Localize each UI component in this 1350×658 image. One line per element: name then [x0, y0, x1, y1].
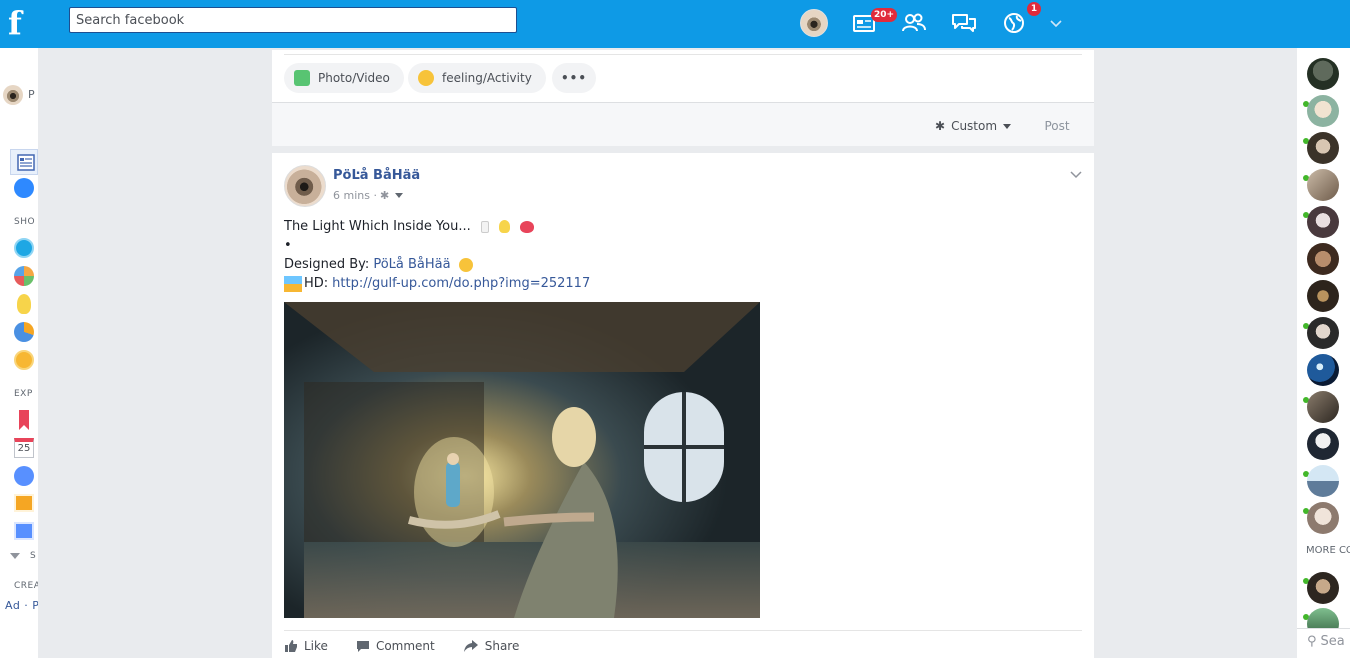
- messages-icon[interactable]: [950, 10, 978, 36]
- groups-icon[interactable]: [14, 466, 34, 486]
- contact-avatar[interactable]: [1307, 428, 1339, 460]
- comment-icon: [356, 641, 369, 652]
- contact-avatar[interactable]: [1307, 243, 1339, 275]
- chat-search-placeholder: Sea: [1320, 634, 1345, 649]
- search-input[interactable]: [69, 7, 517, 33]
- actions-divider: [284, 630, 1082, 631]
- messenger-icon[interactable]: [14, 178, 34, 198]
- left-sidebar: P SHO EXP 25 S CREA Ad · P: [0, 48, 38, 658]
- photo-video-button[interactable]: Photo/Video: [284, 63, 404, 93]
- profile-avatar-small[interactable]: [3, 85, 23, 105]
- hd-label: HD:: [304, 276, 329, 291]
- facebook-logo[interactable]: f: [8, 6, 32, 40]
- comment-label: Comment: [375, 639, 435, 653]
- thumbs-up-icon: [285, 640, 297, 652]
- explore-heading: EXP: [14, 389, 33, 399]
- contact-avatar[interactable]: [1307, 280, 1339, 312]
- post-photo[interactable]: [284, 302, 760, 618]
- friend-lists-icon[interactable]: [14, 522, 34, 540]
- post-button[interactable]: Post: [1032, 114, 1082, 138]
- candle-emoji-icon: [480, 220, 489, 233]
- share-label: Share: [484, 639, 520, 653]
- feeling-activity-button[interactable]: feeling/Activity: [408, 63, 546, 93]
- contact-avatar[interactable]: [1307, 169, 1339, 201]
- contact-avatar[interactable]: [1307, 317, 1339, 349]
- like-button[interactable]: Like: [284, 637, 328, 655]
- contact-avatar[interactable]: [1307, 132, 1339, 164]
- photo-icon: [294, 70, 310, 86]
- search-icon: ⚲: [1307, 634, 1317, 649]
- contact-avatar[interactable]: [1307, 354, 1339, 386]
- feed-post: PöĿå BåHää 6 mins · ✱ The Light Which In…: [272, 153, 1094, 658]
- post-meta: 6 mins · ✱: [333, 189, 404, 202]
- more-contacts-heading: MORE CO: [1306, 545, 1350, 556]
- friend-requests-icon[interactable]: [900, 10, 928, 36]
- chat-search-box[interactable]: ⚲ Sea: [1297, 628, 1350, 658]
- audience-label: Custom: [951, 119, 998, 133]
- contact-avatar[interactable]: [1307, 502, 1339, 534]
- saved-icon[interactable]: [19, 410, 29, 430]
- like-label: Like: [304, 639, 328, 653]
- see-more-arrow-icon[interactable]: [10, 553, 20, 559]
- share-arrow-icon: [463, 640, 478, 652]
- shortcuts-heading: SHO: [14, 217, 36, 227]
- privacy-gear-icon: ✱: [379, 189, 390, 202]
- see-more-label[interactable]: S: [30, 551, 36, 561]
- comment-button[interactable]: Comment: [356, 637, 435, 655]
- sunrise-emoji-icon: [284, 275, 302, 292]
- gear-icon: ✱: [935, 119, 946, 133]
- contact-avatar[interactable]: [1307, 391, 1339, 423]
- post-text-line1: The Light Which Inside You...: [284, 219, 471, 234]
- composer-footer: ✱ Custom Post: [272, 102, 1094, 146]
- shortcut-app-icon[interactable]: [14, 238, 34, 258]
- post-composer: Photo/Video feeling/Activity ••• ✱ Custo…: [272, 50, 1094, 146]
- pages-flag-icon[interactable]: [14, 494, 34, 512]
- wink-emoji-icon: [458, 257, 473, 272]
- dropdown-arrow-icon: [1003, 123, 1012, 129]
- contact-avatar[interactable]: [1307, 465, 1339, 497]
- news-feed-item[interactable]: [10, 149, 38, 175]
- smiley-app-icon[interactable]: [14, 350, 34, 370]
- feeling-activity-label: feeling/Activity: [442, 71, 532, 85]
- pie-app-icon[interactable]: [14, 322, 34, 342]
- smiley-icon: [418, 70, 434, 86]
- designer-link[interactable]: PöĿå BåHää: [373, 255, 450, 274]
- create-ad-link[interactable]: Ad · P: [5, 599, 38, 612]
- notifications-badge: 1: [1027, 2, 1041, 16]
- lightbulb-icon[interactable]: [17, 294, 31, 314]
- lightbulb-emoji-icon: [498, 220, 510, 233]
- author-avatar[interactable]: [284, 165, 326, 207]
- post-actions: Like Comment Share: [284, 637, 519, 655]
- more-options-button[interactable]: •••: [552, 63, 596, 93]
- heart-emoji-icon: [519, 220, 534, 233]
- contact-avatar[interactable]: [1307, 572, 1339, 604]
- contact-avatar[interactable]: [1307, 58, 1339, 90]
- create-heading: CREA: [14, 581, 38, 591]
- post-text: The Light Which Inside You... • Designed…: [284, 217, 1064, 293]
- chevron-down-icon[interactable]: [1046, 10, 1066, 36]
- events-calendar-icon[interactable]: 25: [14, 438, 34, 458]
- game-app-icon[interactable]: [14, 266, 34, 286]
- contact-avatar[interactable]: [1307, 95, 1339, 127]
- designed-by-label: Designed By:: [284, 257, 370, 272]
- notifications-icon[interactable]: [1000, 10, 1028, 36]
- privacy-dropdown-icon[interactable]: [395, 193, 404, 198]
- chat-sidebar: MORE CO ⚲ Sea: [1297, 48, 1350, 658]
- top-navigation-bar: f 20+ 1: [0, 0, 1350, 48]
- contact-avatar[interactable]: [1307, 206, 1339, 238]
- audience-selector[interactable]: ✱ Custom: [927, 114, 1020, 138]
- share-button[interactable]: Share: [463, 637, 520, 655]
- post-bullet: •: [284, 238, 292, 253]
- profile-name-label[interactable]: P: [28, 88, 35, 101]
- news-badge: 20+: [871, 8, 898, 22]
- post-options-chevron-icon[interactable]: [1069, 167, 1083, 181]
- post-time[interactable]: 6 mins ·: [333, 189, 377, 202]
- author-name[interactable]: PöĿå BåHää: [333, 168, 420, 183]
- hd-link[interactable]: http://gulf-up.com/do.php?img=252117: [332, 274, 590, 293]
- photo-video-label: Photo/Video: [318, 71, 390, 85]
- profile-avatar[interactable]: [800, 9, 828, 37]
- news-feed-icon: [17, 154, 35, 171]
- composer-divider: [284, 54, 1082, 55]
